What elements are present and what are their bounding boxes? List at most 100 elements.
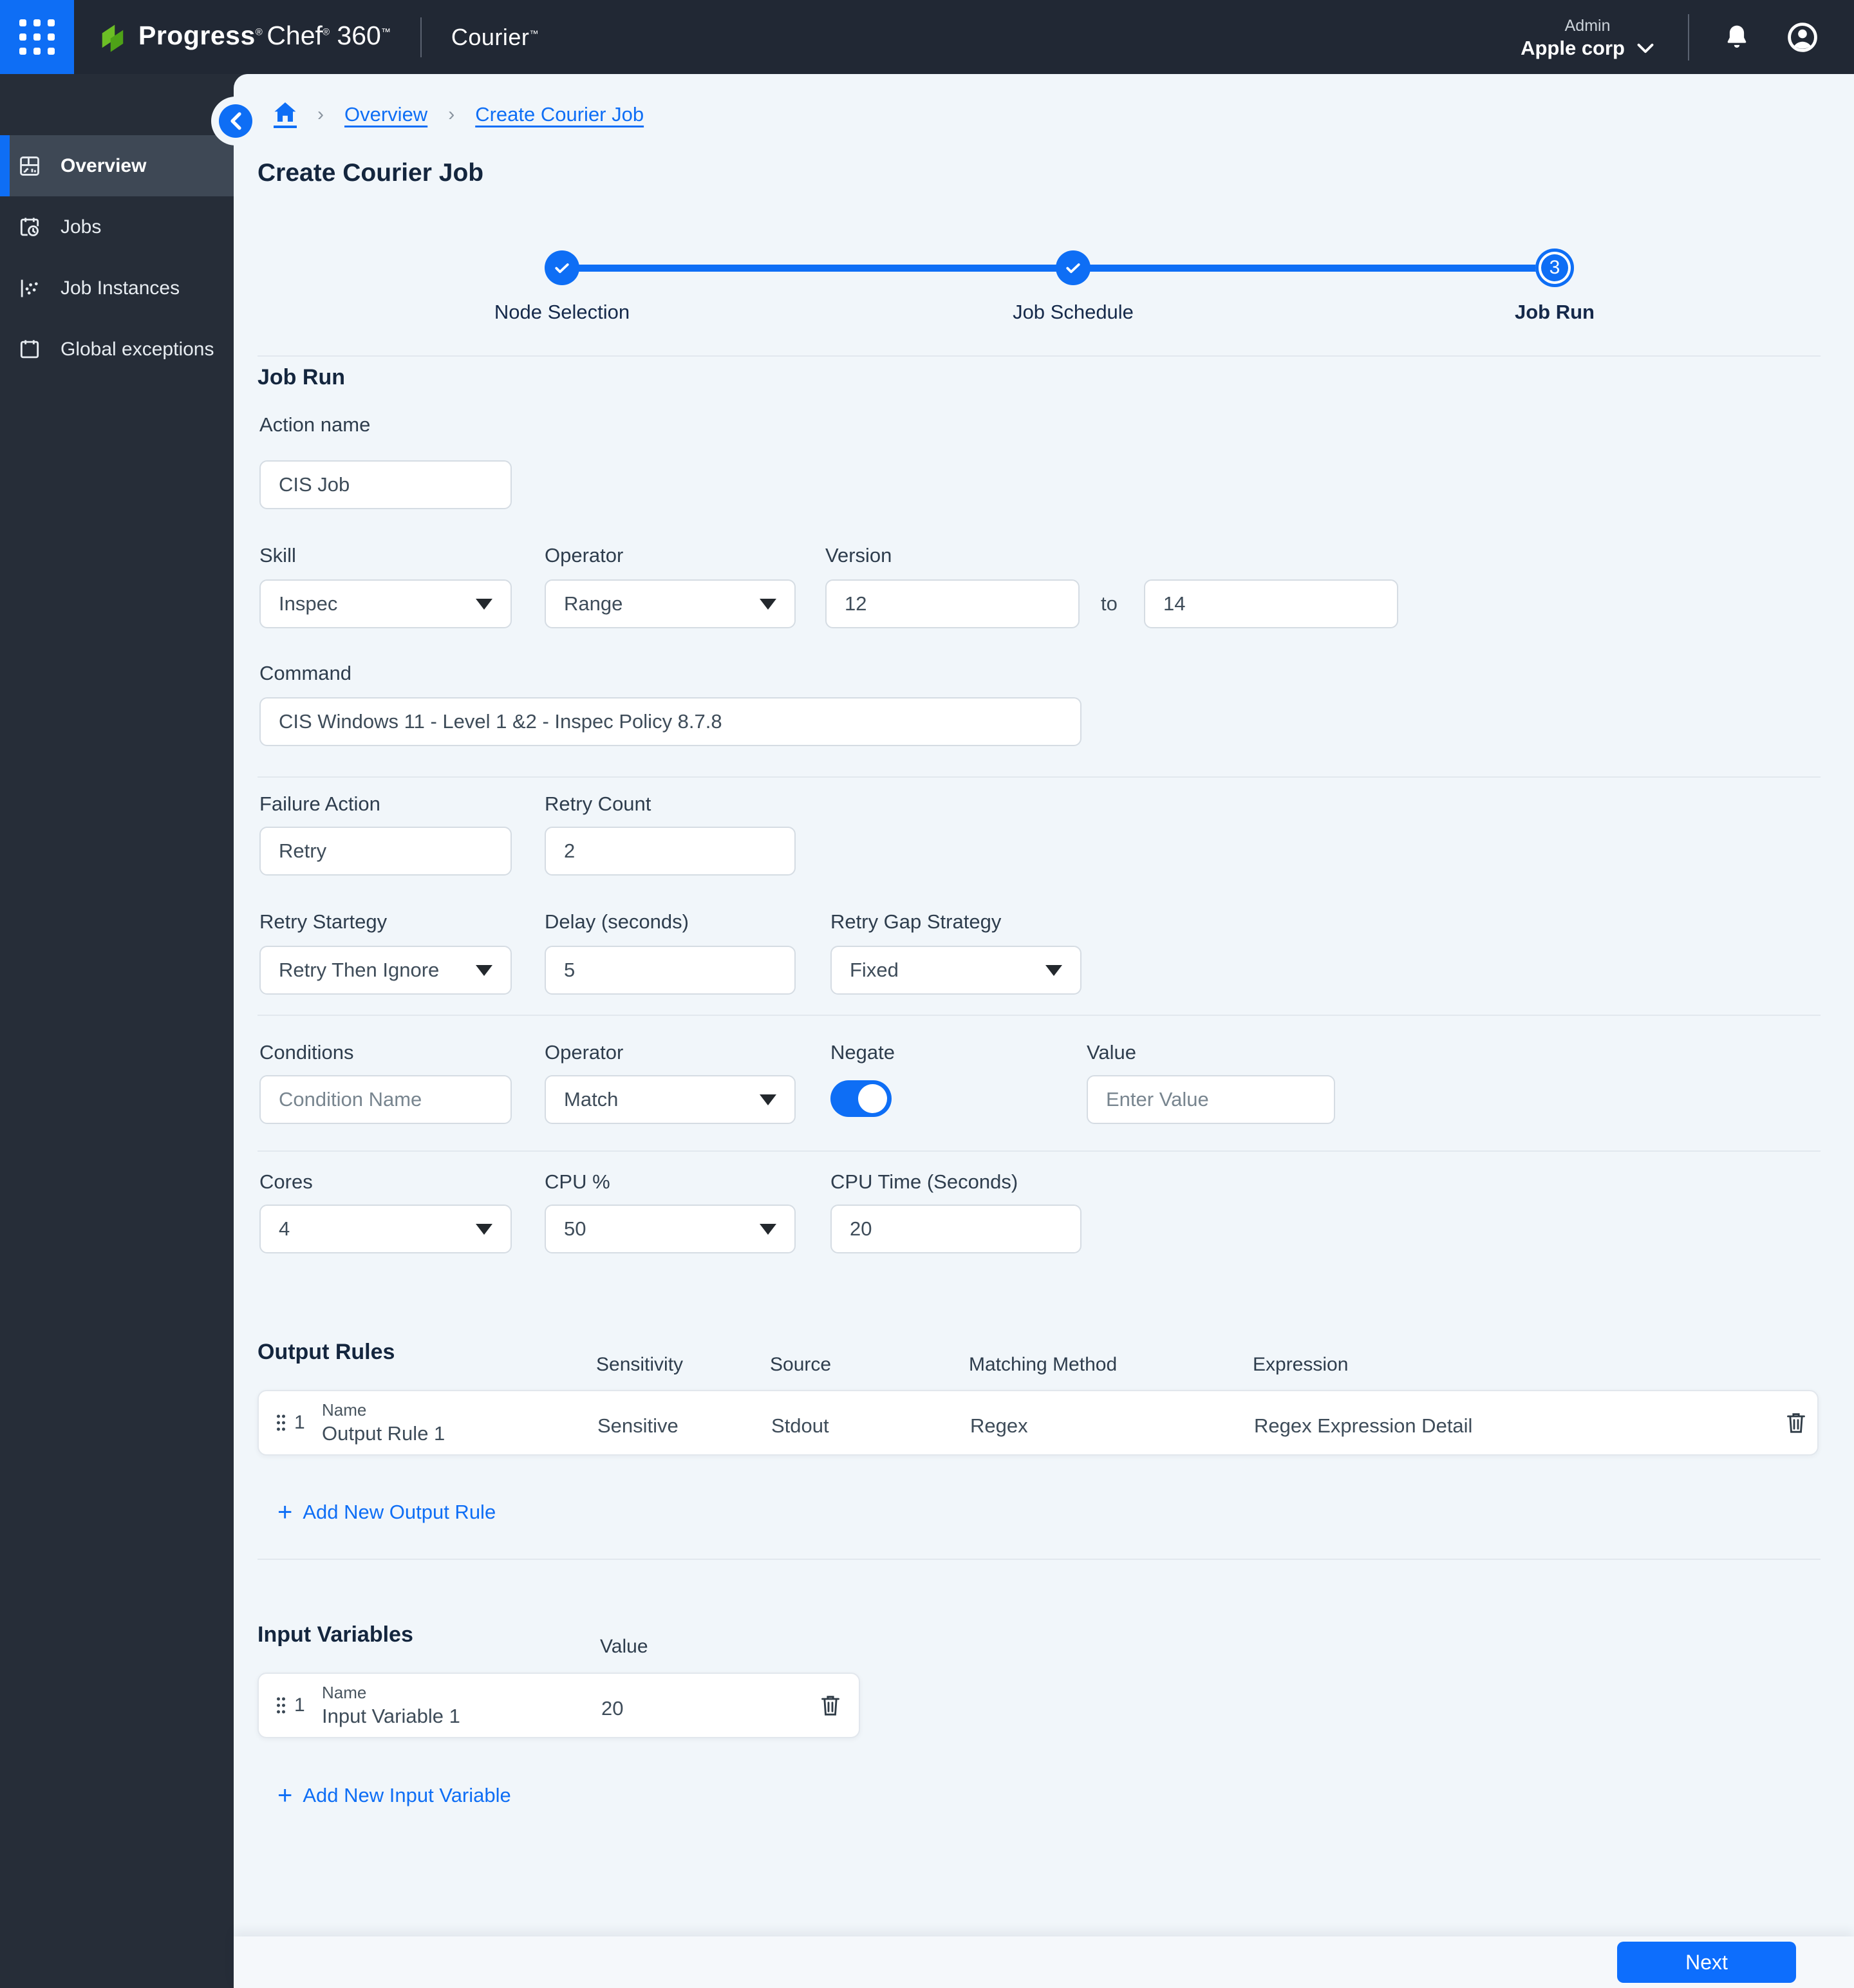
step-label-node-selection: Node Selection [494,301,630,323]
org-name: Apple corp [1521,36,1625,59]
row-index: 1 [294,1412,305,1433]
version-to-word: to [1101,592,1118,615]
cond-operator-select[interactable]: Match [545,1075,796,1124]
col-sensitivity: Sensitivity [596,1354,684,1375]
trash-icon [1787,1413,1805,1433]
input-variable-row: 1 Name Input Variable 1 20 [258,1673,860,1738]
add-input-variable-link[interactable]: + Add New Input Variable [277,1783,511,1808]
col-expression: Expression [1253,1354,1349,1375]
output-rule-source: Stdout [771,1414,829,1437]
delay-label: Delay (seconds) [545,910,689,933]
footer-bar: Next [234,1936,1854,1988]
version-to-input[interactable] [1144,579,1398,628]
drag-handle[interactable]: 1 [276,1694,305,1716]
sidebar-item-global-exceptions[interactable]: Global exceptions [0,319,234,380]
retry-gap-select[interactable]: Fixed [830,946,1082,995]
retry-count-input[interactable] [545,827,796,876]
plus-icon: + [277,1498,293,1526]
step-job-schedule-circle[interactable] [1056,250,1091,285]
breadcrumb-current-link[interactable]: Create Courier Job [475,103,644,126]
chevron-left-icon [230,112,241,130]
delete-input-variable-button[interactable] [818,1692,843,1719]
toggle-knob [858,1084,887,1113]
dashboard-icon [20,156,39,176]
next-button[interactable]: Next [1617,1942,1796,1983]
user-avatar-icon [1788,22,1817,52]
negate-label: Negate [830,1041,895,1064]
check-icon [555,263,569,274]
cpu-pct-select[interactable]: 50 [545,1205,796,1253]
sidebar-item-label: Jobs [61,216,102,238]
command-label: Command [259,662,351,684]
org-switcher[interactable]: Admin Apple corp [1521,15,1654,60]
breadcrumb-home-link[interactable] [274,101,297,128]
scatter-plot-icon [21,279,38,297]
calendar-icon [20,339,39,358]
calendar-clock-icon [20,217,39,236]
brand-chef360: Chef® 360™ [267,20,391,50]
sidebar-item-job-instances[interactable]: Job Instances [0,258,234,319]
col-source: Source [770,1354,832,1375]
delay-input[interactable] [545,946,796,995]
output-rule-expression: Regex Expression Detail [1254,1414,1473,1437]
action-name-input[interactable] [259,460,512,509]
negate-toggle[interactable] [830,1080,892,1117]
skill-select[interactable]: Inspec [259,579,512,628]
section-title-job-run: Job Run [258,365,345,389]
app-grid-button[interactable] [0,0,74,74]
top-header: Progress® Chef® 360™ Courier™ Admin Appl… [0,0,1854,74]
caret-down-icon [476,1223,492,1235]
trash-icon [821,1696,839,1716]
role-label: Admin [1564,16,1611,35]
row-name-label: Name [322,1400,367,1420]
breadcrumb-overview-link[interactable]: Overview [344,103,427,126]
section-divider [258,776,1821,778]
sidebar-item-label: Global exceptions [61,338,214,360]
breadcrumb-separator: › [448,104,455,125]
skill-label: Skill [259,544,296,567]
row-index: 1 [294,1694,305,1716]
home-icon [274,102,296,122]
cores-label: Cores [259,1170,313,1193]
input-variable-value: 20 [601,1697,624,1720]
drag-dots-icon [277,1414,285,1431]
cond-value-input[interactable] [1087,1075,1335,1124]
sidebar-collapse-button[interactable] [219,104,252,138]
breadcrumb-separator: › [317,104,324,125]
output-rule-row: 1 Name Output Rule 1 Sensitive Stdout Re… [258,1390,1819,1456]
caret-down-icon [760,1094,776,1105]
step-label-job-run: Job Run [1515,301,1595,323]
failure-action-input[interactable] [259,827,512,876]
operator-select[interactable]: Range [545,579,796,628]
cores-select[interactable]: 4 [259,1205,512,1253]
header-divider-2 [1688,14,1689,61]
section-divider [258,1150,1821,1152]
version-label: Version [825,544,892,567]
delete-output-rule-button[interactable] [1783,1409,1809,1436]
conditions-label: Conditions [259,1041,354,1064]
step-node-selection-circle[interactable] [545,250,579,285]
retry-strategy-label: Retry Startegy [259,910,388,933]
retry-strategy-select[interactable]: Retry Then Ignore [259,946,512,995]
notifications-button[interactable] [1716,17,1757,58]
main-content: › Overview › Create Courier Job Create C… [234,74,1854,1988]
cond-operator-label: Operator [545,1041,624,1064]
output-rule-name: Output Rule 1 [322,1422,445,1445]
drag-handle[interactable]: 1 [276,1412,305,1434]
sidebar-item-overview[interactable]: Overview [0,135,234,196]
command-input[interactable] [259,697,1082,746]
brand-progress: Progress® [138,20,263,50]
cpu-time-input[interactable] [830,1205,1082,1253]
version-from-input[interactable] [825,579,1080,628]
cpu-pct-label: CPU % [545,1170,610,1193]
step-job-run-circle[interactable]: 3 [1535,248,1574,287]
waffle-icon [19,19,55,55]
condition-name-input[interactable] [259,1075,512,1124]
user-menu-button[interactable] [1782,17,1823,58]
chevron-down-icon [1637,43,1654,53]
action-name-label: Action name [259,413,371,436]
progress-chevron-icon [102,24,124,52]
sidebar-item-jobs[interactable]: Jobs [0,196,234,258]
input-variables-title: Input Variables [258,1622,413,1647]
add-output-rule-link[interactable]: + Add New Output Rule [277,1498,496,1526]
